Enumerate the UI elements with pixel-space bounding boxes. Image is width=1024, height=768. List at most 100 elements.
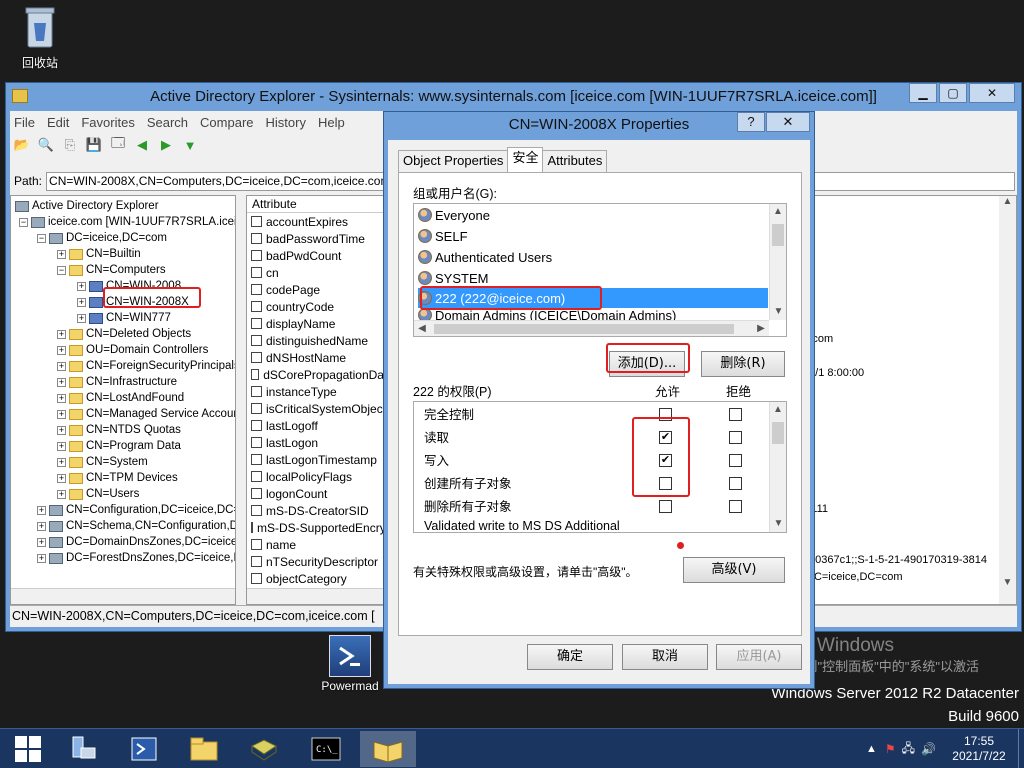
scroll-thumb[interactable] xyxy=(772,224,784,246)
attribute-row[interactable]: name xyxy=(247,536,394,553)
tree-item[interactable]: + DC=DomainDnsZones,DC=iceice, xyxy=(37,534,235,550)
list-item[interactable]: Authenticated Users xyxy=(418,247,768,267)
permissions-list[interactable]: 完全控制 读取 ✔ 写入 ✔ 创建所有子对象 删除所有子对象 Validated… xyxy=(413,401,787,533)
attribute-row[interactable]: countryCode xyxy=(247,298,394,315)
attribute-row[interactable]: cn xyxy=(247,264,394,281)
attribute-row[interactable]: instanceType xyxy=(247,383,394,400)
attribute-row[interactable]: logonCount xyxy=(247,485,394,502)
tree-item[interactable]: + CN=Users xyxy=(57,486,139,502)
tree-item[interactable]: + CN=Infrastructure xyxy=(57,374,177,390)
save-icon[interactable]: 💾 xyxy=(84,136,104,154)
value-vertical-scrollbar[interactable]: ▲ ▼ xyxy=(999,196,1016,604)
tray-clock[interactable]: 17:55 2021/7/22 xyxy=(940,734,1018,764)
help-button[interactable]: ? xyxy=(737,112,765,132)
apply-button[interactable]: 应用(A) xyxy=(716,644,802,670)
attribute-row[interactable]: codePage xyxy=(247,281,394,298)
scroll-up-icon[interactable]: ▲ xyxy=(770,402,786,418)
tree-item[interactable]: + CN=Program Data xyxy=(57,438,181,454)
attribute-row[interactable]: localPolicyFlags xyxy=(247,468,394,485)
back-arrow-icon[interactable]: ◀ xyxy=(132,136,152,154)
menu-file[interactable]: File xyxy=(14,115,35,130)
tree-item[interactable]: − DC=iceice,DC=com xyxy=(37,230,167,246)
taskbar-ad-explorer[interactable] xyxy=(360,731,416,767)
tree-item[interactable]: + CN=Deleted Objects xyxy=(57,326,191,342)
close-button[interactable]: ✕ xyxy=(969,83,1015,103)
deny-checkbox[interactable] xyxy=(729,500,742,513)
tree-item[interactable]: + CN=Schema,CN=Configuration,D xyxy=(37,518,235,534)
history-dropdown-icon[interactable]: ▼ xyxy=(180,136,200,154)
menu-history[interactable]: History xyxy=(266,115,306,130)
volume-icon[interactable]: 🔊 xyxy=(921,742,936,756)
attribute-row[interactable]: displayName xyxy=(247,315,394,332)
tree-item[interactable]: + DC=ForestDnsZones,DC=iceice,D xyxy=(37,550,235,566)
object-tree[interactable]: Active Directory Explorer − iceice.com [W… xyxy=(10,195,236,605)
tree-item[interactable]: + CN=Builtin xyxy=(57,246,141,262)
attribute-list[interactable]: Attribute accountExpires badPasswordTime… xyxy=(246,195,395,605)
action-center-flag-icon[interactable]: ⚑ xyxy=(885,742,896,756)
scroll-thumb[interactable] xyxy=(434,324,734,334)
tab-attributes[interactable]: Attributes xyxy=(542,150,608,172)
minimize-button[interactable]: ▁ xyxy=(909,83,937,103)
scroll-down-icon[interactable]: ▼ xyxy=(770,304,786,320)
network-icon[interactable]: 🖧 xyxy=(902,739,915,760)
menu-favorites[interactable]: Favorites xyxy=(81,115,134,130)
dialog-close-button[interactable]: ✕ xyxy=(766,112,810,132)
menu-edit[interactable]: Edit xyxy=(47,115,69,130)
attribute-row[interactable]: distinguishedName xyxy=(247,332,394,349)
menu-compare[interactable]: Compare xyxy=(200,115,253,130)
tree-horizontal-scrollbar[interactable] xyxy=(11,588,235,604)
attribute-row[interactable]: dNSHostName xyxy=(247,349,394,366)
user-list-vscroll[interactable]: ▲ ▼ xyxy=(769,204,786,320)
attribute-row[interactable]: mS-DS-SupportedEncryp... xyxy=(247,519,394,536)
tree-item[interactable]: + CN=TPM Devices xyxy=(57,470,178,486)
tree-item[interactable]: + CN=WIN777 xyxy=(77,310,171,326)
attribute-row[interactable]: lastLogon xyxy=(247,434,394,451)
advanced-button[interactable]: 高级(V) xyxy=(683,557,785,583)
maximize-button[interactable]: ▢ xyxy=(939,83,967,103)
deny-checkbox[interactable] xyxy=(729,477,742,490)
taskbar-server-manager[interactable] xyxy=(56,731,112,767)
attribute-row[interactable]: badPwdCount xyxy=(247,247,394,264)
attribute-row[interactable]: isCriticalSystemObject xyxy=(247,400,394,417)
open-icon[interactable]: 📂 xyxy=(12,136,32,154)
taskbar-ldp[interactable] xyxy=(236,731,292,767)
tree-item[interactable]: + CN=Configuration,DC=iceice,DC= xyxy=(37,502,235,518)
connect-icon[interactable]: 🔍 xyxy=(36,136,56,154)
tree-item[interactable]: + CN=LostAndFound xyxy=(57,390,184,406)
properties-icon[interactable]: 🗔 xyxy=(108,135,128,154)
deny-checkbox[interactable] xyxy=(729,408,742,421)
main-titlebar[interactable]: Active Directory Explorer - Sysinternals… xyxy=(6,83,1021,111)
allow-checkbox[interactable] xyxy=(659,500,672,513)
attribute-row[interactable]: badPasswordTime xyxy=(247,230,394,247)
tree-item[interactable]: − iceice.com [WIN-1UUF7R7SRLA.iceice xyxy=(19,214,235,230)
tree-item[interactable]: + OU=Domain Controllers xyxy=(57,342,208,358)
tree-item[interactable]: + CN=System xyxy=(57,454,148,470)
show-desktop-button[interactable] xyxy=(1018,729,1024,768)
attribute-row[interactable]: mS-DS-CreatorSID xyxy=(247,502,394,519)
powermad-shortcut[interactable]: Powermad xyxy=(315,635,385,693)
start-button[interactable] xyxy=(0,731,56,767)
remove-button[interactable]: 删除(R) xyxy=(701,351,785,377)
scroll-right-icon[interactable]: ▶ xyxy=(753,321,769,336)
tree-item[interactable]: + CN=Managed Service Accour xyxy=(57,406,235,422)
attribute-row[interactable]: objectCategory xyxy=(247,570,394,587)
attribute-row[interactable]: dSCorePropagationData xyxy=(247,366,394,383)
recycle-bin[interactable]: 回收站 xyxy=(5,5,75,71)
disconnect-icon[interactable]: ⎘ xyxy=(60,136,80,154)
menu-search[interactable]: Search xyxy=(147,115,188,130)
dialog-titlebar[interactable]: CN=WIN-2008X Properties ? ✕ xyxy=(384,112,814,140)
attribute-row[interactable]: lastLogoff xyxy=(247,417,394,434)
tray-expand-icon[interactable]: ▲ xyxy=(866,743,877,755)
permissions-vscroll[interactable]: ▲ ▼ xyxy=(769,402,786,532)
attribute-row[interactable]: nTSecurityDescriptor xyxy=(247,553,394,570)
taskbar-file-explorer[interactable] xyxy=(176,731,232,767)
attr-horizontal-scrollbar[interactable] xyxy=(247,588,394,604)
user-list-hscroll[interactable]: ◀ ▶ xyxy=(414,320,769,336)
deny-checkbox[interactable] xyxy=(729,454,742,467)
ok-button[interactable]: 确定 xyxy=(527,644,613,670)
tab-security[interactable]: 安全 xyxy=(507,147,544,172)
list-item[interactable]: SYSTEM xyxy=(418,268,768,288)
scroll-thumb[interactable] xyxy=(772,422,784,444)
list-item[interactable]: Everyone xyxy=(418,205,768,225)
tree-item[interactable]: − CN=Computers xyxy=(57,262,166,278)
